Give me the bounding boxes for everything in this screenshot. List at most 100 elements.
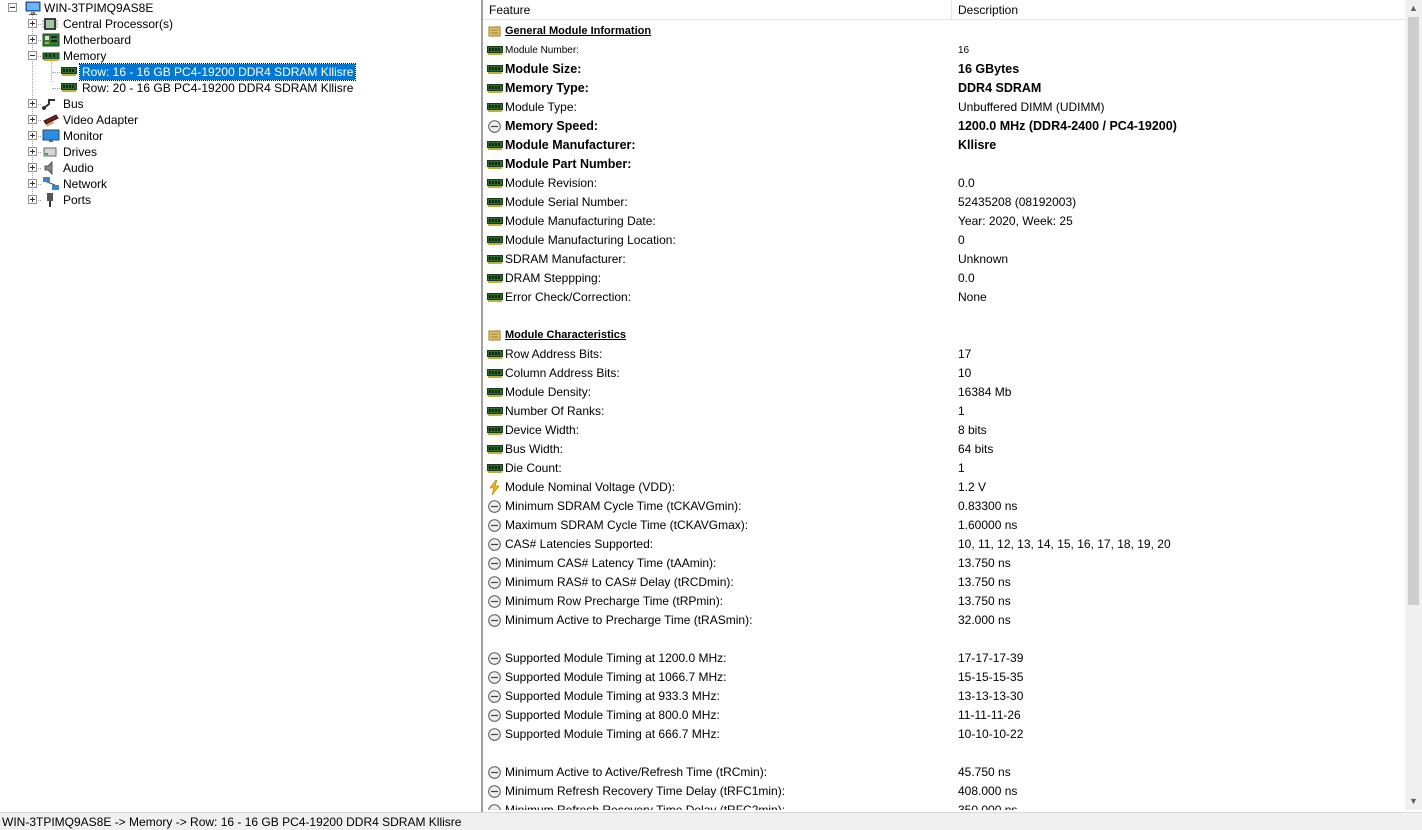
feature-cell: Error Check/Correction: xyxy=(505,290,632,304)
table-row[interactable]: DRAM Steppping: 0.0 xyxy=(483,269,1405,288)
clock-icon xyxy=(487,556,502,571)
tree-item-network[interactable]: Network xyxy=(61,176,109,192)
collapse-toggle-root[interactable] xyxy=(8,3,17,12)
expand-toggle-drives[interactable] xyxy=(28,147,37,156)
table-row[interactable]: Minimum Active to Active/Refresh Time (t… xyxy=(483,763,1405,782)
table-row[interactable]: Module Manufacturer: Kllisre xyxy=(483,136,1405,155)
spacer-row xyxy=(483,307,1405,326)
table-row[interactable]: Module Density: 16384 Mb xyxy=(483,383,1405,402)
tree-item-video-adapter[interactable]: Video Adapter xyxy=(61,112,140,128)
section-header[interactable]: Module Characteristics xyxy=(483,326,1405,345)
expand-toggle-monitor[interactable] xyxy=(28,131,37,140)
collapse-toggle-memory[interactable] xyxy=(28,51,37,60)
column-header: Feature Description xyxy=(483,0,1405,20)
feature-cell: Module Density: xyxy=(505,385,592,399)
feature-cell: Module Characteristics xyxy=(505,329,627,341)
video-adapter-icon xyxy=(42,112,59,128)
table-row[interactable]: Minimum RAS# to CAS# Delay (tRCDmin): 13.… xyxy=(483,573,1405,592)
expand-toggle-video-adapter[interactable] xyxy=(28,115,37,124)
clock-icon xyxy=(487,765,502,780)
description-column-header[interactable]: Description xyxy=(952,0,1402,20)
table-row[interactable]: Module Manufacturing Location: 0 xyxy=(483,231,1405,250)
tree-item-central-processor-s[interactable]: Central Processor(s) xyxy=(61,16,175,32)
expand-toggle-ports[interactable] xyxy=(28,195,37,204)
feature-cell: Die Count: xyxy=(505,461,562,475)
feature-cell: Module Part Number: xyxy=(505,157,632,171)
description-cell: 1.2 V xyxy=(958,480,987,494)
table-row[interactable]: Module Revision: 0.0 xyxy=(483,174,1405,193)
feature-cell: Minimum Active to Active/Refresh Time (t… xyxy=(505,765,768,779)
clock-icon xyxy=(487,594,502,609)
table-row[interactable]: Module Nominal Voltage (VDD): 1.2 V xyxy=(483,478,1405,497)
table-row[interactable]: Supported Module Timing at 1200.0 MHz: 17… xyxy=(483,649,1405,668)
tree-item-audio[interactable]: Audio xyxy=(61,160,96,176)
table-row[interactable]: Module Number: 16 xyxy=(483,41,1405,60)
scrollbar-thumb[interactable] xyxy=(1408,17,1419,605)
audio-icon xyxy=(42,160,58,176)
ram-icon xyxy=(487,404,503,419)
tree-item-drives[interactable]: Drives xyxy=(61,144,99,160)
feature-column-header[interactable]: Feature xyxy=(483,0,951,20)
table-row[interactable]: Memory Speed: 1200.0 MHz (DDR4-2400 / PC4… xyxy=(483,117,1405,136)
table-row[interactable]: Column Address Bits: 10 xyxy=(483,364,1405,383)
table-row[interactable]: Minimum Active to Precharge Time (tRASmi… xyxy=(483,611,1405,630)
tree-item-ports[interactable]: Ports xyxy=(61,192,93,208)
tree-item-memory-row[interactable]: Row: 16 - 16 GB PC4-19200 DDR4 SDRAM Kll… xyxy=(78,63,357,81)
table-row[interactable]: Bus Width: 64 bits xyxy=(483,440,1405,459)
table-row[interactable]: CAS# Latencies Supported: 10, 11, 12, 13,… xyxy=(483,535,1405,554)
expand-toggle-audio[interactable] xyxy=(28,163,37,172)
drives-icon xyxy=(42,144,58,160)
detail-list[interactable]: Feature Description General Module Infor… xyxy=(483,0,1405,810)
expand-toggle-network[interactable] xyxy=(28,179,37,188)
table-row[interactable]: Supported Module Timing at 666.7 MHz: 10-… xyxy=(483,725,1405,744)
table-row[interactable]: Maximum SDRAM Cycle Time (tCKAVGmax): 1.6… xyxy=(483,516,1405,535)
table-row[interactable]: Module Size: 16 GBytes xyxy=(483,60,1405,79)
table-row[interactable]: Error Check/Correction: None xyxy=(483,288,1405,307)
feature-cell: Supported Module Timing at 1066.7 MHz: xyxy=(505,670,727,684)
tree-root-label[interactable]: WIN-3TPIMQ9AS8E xyxy=(42,0,155,16)
table-row[interactable]: Module Serial Number: 52435208 (08192003) xyxy=(483,193,1405,212)
table-row[interactable]: Number Of Ranks: 1 xyxy=(483,402,1405,421)
clock-icon xyxy=(487,803,502,810)
table-row[interactable]: Module Type: Unbuffered DIMM (UDIMM) xyxy=(483,98,1405,117)
scroll-up-icon[interactable]: ▲ xyxy=(1405,0,1422,17)
scroll-down-icon[interactable]: ▼ xyxy=(1405,793,1422,810)
table-row[interactable]: Minimum SDRAM Cycle Time (tCKAVGmin): 0.8… xyxy=(483,497,1405,516)
table-row[interactable]: Supported Module Timing at 933.3 MHz: 13-… xyxy=(483,687,1405,706)
tree-item-memory[interactable]: Memory xyxy=(61,48,108,64)
tree-item-monitor[interactable]: Monitor xyxy=(61,128,105,144)
tree-item-motherboard[interactable]: Motherboard xyxy=(61,32,133,48)
clock-icon xyxy=(487,727,502,742)
feature-cell: Memory Speed: xyxy=(505,119,599,133)
table-row[interactable]: Module Part Number: xyxy=(483,155,1405,174)
table-row[interactable]: Module Manufacturing Date: Year: 2020, We… xyxy=(483,212,1405,231)
table-row[interactable]: Minimum Refresh Recovery Time Delay (tRF… xyxy=(483,782,1405,801)
table-row[interactable]: Memory Type: DDR4 SDRAM xyxy=(483,79,1405,98)
table-row[interactable]: Supported Module Timing at 1066.7 MHz: 15… xyxy=(483,668,1405,687)
table-row[interactable]: Die Count: 1 xyxy=(483,459,1405,478)
table-row[interactable]: Supported Module Timing at 800.0 MHz: 11-… xyxy=(483,706,1405,725)
expand-toggle-bus[interactable] xyxy=(28,99,37,108)
description-cell: 16384 Mb xyxy=(958,385,1012,399)
tree-item-memory-row[interactable]: Row: 20 - 16 GB PC4-19200 DDR4 SDRAM Kll… xyxy=(80,80,355,96)
status-bar: WIN-3TPIMQ9AS8E -> Memory -> Row: 16 - 1… xyxy=(0,812,1422,830)
feature-cell: SDRAM Manufacturer: xyxy=(505,252,626,266)
table-row[interactable]: Row Address Bits: 17 xyxy=(483,345,1405,364)
table-row[interactable]: Device Width: 8 bits xyxy=(483,421,1405,440)
section-header[interactable]: General Module Information xyxy=(483,22,1405,41)
table-row[interactable]: Minimum Row Precharge Time (tRPmin): 13.7… xyxy=(483,592,1405,611)
tree-item-bus[interactable]: Bus xyxy=(61,96,86,112)
description-cell: 64 bits xyxy=(958,442,994,456)
hardware-tree[interactable]: WIN-3TPIMQ9AS8E Central Processor(s) Mothe… xyxy=(0,0,481,812)
expand-toggle-central-processor-s[interactable] xyxy=(28,19,37,28)
table-row[interactable]: Minimum CAS# Latency Time (tAAmin): 13.75… xyxy=(483,554,1405,573)
table-row[interactable]: Minimum Refresh Recovery Time Delay (tRF… xyxy=(483,801,1405,810)
ram-icon xyxy=(487,385,503,400)
description-cell: 52435208 (08192003) xyxy=(958,195,1077,209)
memory-icon xyxy=(42,48,60,64)
expand-toggle-motherboard[interactable] xyxy=(28,35,37,44)
network-icon xyxy=(42,176,59,192)
table-row[interactable]: SDRAM Manufacturer: Unknown xyxy=(483,250,1405,269)
clock-icon xyxy=(487,784,502,799)
ram-icon xyxy=(487,271,503,286)
